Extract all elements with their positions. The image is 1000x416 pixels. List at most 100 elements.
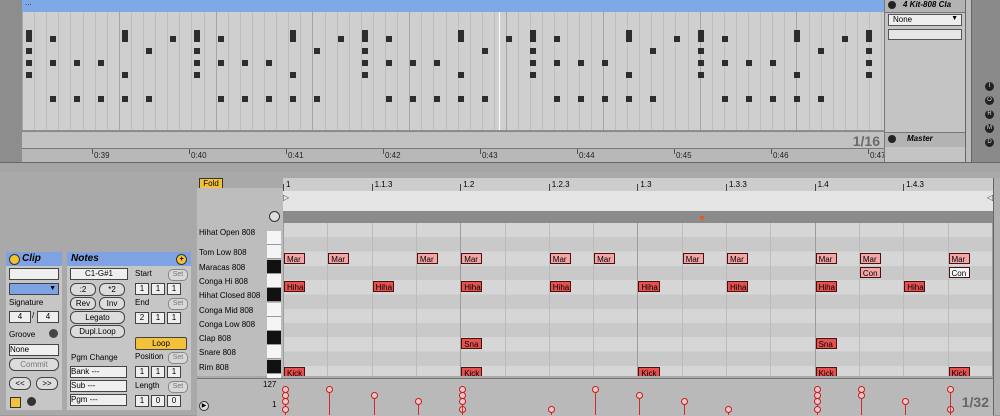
half-button[interactable]: :2 (70, 283, 96, 296)
piano-key[interactable] (267, 259, 281, 274)
clip-panel-header[interactable]: Clip (6, 252, 62, 266)
midi-note[interactable]: Kick (461, 367, 483, 376)
start-sixteenth[interactable]: 1 (167, 283, 181, 295)
midi-note[interactable]: Mar (859, 252, 882, 264)
midi-note[interactable]: Kick (948, 367, 970, 376)
length-sixteenth[interactable]: 0 (167, 395, 181, 407)
signature-denominator[interactable]: 4 (37, 311, 59, 323)
invert-button[interactable]: Inv (99, 297, 125, 310)
velocity-handle[interactable] (902, 398, 910, 405)
piano-key[interactable] (267, 302, 281, 317)
midi-note[interactable]: Mar (948, 252, 970, 264)
nav-right-button[interactable]: >> (36, 377, 58, 390)
velocity-handle[interactable] (680, 398, 688, 405)
duplicate-loop-button[interactable]: Dupl.Loop (70, 325, 125, 338)
bank-field[interactable]: Bank --- (70, 366, 127, 378)
envelope-icon[interactable] (27, 397, 36, 406)
nav-left-button[interactable]: << (9, 377, 31, 390)
velocity-handle[interactable] (282, 398, 289, 405)
arrangement-midi-grid[interactable] (22, 12, 884, 130)
grid-zoom-label[interactable]: 1/16 (853, 133, 880, 149)
velocity-handle[interactable] (414, 398, 422, 405)
vertical-scrollbar[interactable] (965, 0, 972, 162)
end-sixteenth[interactable]: 1 (167, 312, 181, 324)
velocity-handle[interactable] (326, 386, 334, 393)
velocity-handle[interactable] (592, 386, 600, 393)
length-bar[interactable]: 1 (135, 395, 149, 407)
midi-note[interactable]: Sna (815, 338, 837, 350)
midi-note[interactable]: Hiha (815, 281, 837, 293)
piano-key[interactable] (267, 316, 281, 331)
loop-start-marker-icon[interactable]: ▷ (283, 193, 289, 202)
midi-note[interactable]: Mar (461, 252, 483, 264)
expand-icon[interactable]: + (176, 254, 187, 265)
note-range-field[interactable]: C1-G#1 (70, 268, 128, 280)
groove-select[interactable]: None (9, 344, 59, 356)
midi-note[interactable]: Mar (416, 252, 439, 264)
midi-note[interactable]: Mar (815, 252, 837, 264)
length-beat[interactable]: 0 (151, 395, 165, 407)
midi-note[interactable]: Mar (727, 252, 749, 264)
master-play-icon[interactable] (888, 135, 896, 143)
piano-roll[interactable]: 1 1.1.3 1.2 1.2.3 1.3 1.3.3 1.4 1.4.3 ▷ ◁ Mar Ma… (283, 178, 993, 376)
midi-note[interactable]: Mar (549, 252, 571, 264)
velocity-handle[interactable] (725, 406, 732, 413)
reverse-button[interactable]: Rev (70, 297, 96, 310)
velocity-handle[interactable] (813, 398, 821, 405)
midi-note[interactable]: Hiha (461, 281, 483, 293)
midi-note[interactable]: Hiha (549, 281, 571, 293)
headphones-icon[interactable] (269, 211, 280, 222)
track-fold-icon[interactable] (888, 1, 896, 9)
midi-note[interactable]: Sna (461, 338, 483, 350)
double-button[interactable]: *2 (99, 283, 125, 296)
io-toggle-d[interactable]: D (985, 138, 994, 147)
io-toggle-o[interactable]: O (985, 96, 994, 105)
commit-button[interactable]: Commit (9, 358, 59, 371)
midi-note[interactable]: Hiha (904, 281, 926, 293)
groove-hotswap-icon[interactable] (49, 329, 58, 338)
velocity-handle[interactable] (459, 398, 467, 405)
clip-name-field[interactable] (9, 268, 59, 280)
clip-activator-icon[interactable] (9, 254, 20, 265)
play-icon[interactable]: ▶ (199, 401, 209, 411)
io-toggle-m[interactable]: M (985, 124, 994, 133)
arrangement-timeline[interactable]: 0:39 0:40 0:41 0:42 0:43 0:44 0:45 0:46 0:47 (22, 148, 886, 163)
midi-note[interactable]: Mar (682, 252, 704, 264)
midi-note[interactable]: Kick (284, 367, 306, 376)
velocity-handle[interactable] (282, 406, 289, 413)
position-beat[interactable]: 1 (151, 366, 165, 378)
velocity-handle[interactable] (370, 392, 378, 399)
piano-key[interactable] (267, 359, 281, 374)
start-set-button[interactable]: Set (168, 269, 188, 281)
midi-note[interactable]: Con (948, 266, 970, 278)
midi-note[interactable]: Hiha (372, 281, 394, 293)
notes-panel-header[interactable]: Notes + (67, 252, 191, 266)
piano-key[interactable] (267, 288, 281, 303)
midi-note[interactable]: Mar (594, 252, 616, 264)
pgm-field[interactable]: Pgm --- (70, 394, 127, 406)
sub-field[interactable]: Sub --- (70, 380, 127, 392)
position-bar[interactable]: 1 (135, 366, 149, 378)
start-beat[interactable]: 1 (151, 283, 165, 295)
velocity-handle[interactable] (813, 406, 821, 413)
piano-roll-ruler[interactable]: 1 1.1.3 1.2 1.2.3 1.3 1.3.3 1.4 1.4.3 (283, 178, 993, 192)
master-track-row[interactable]: Master (885, 132, 965, 147)
midi-note[interactable]: Hiha (638, 281, 660, 293)
velocity-handle[interactable] (547, 406, 555, 413)
track-title[interactable]: 4 Kit-808 Cla (885, 0, 965, 13)
midi-note[interactable]: Kick (815, 367, 837, 376)
loop-button[interactable]: Loop (135, 337, 187, 350)
legato-button[interactable]: Legato (70, 311, 125, 324)
position-set-button[interactable]: Set (168, 352, 188, 364)
input-channel-box[interactable] (888, 29, 962, 40)
loop-brace-area[interactable]: ▷ ◁ (283, 191, 993, 212)
velocity-handle[interactable] (946, 386, 954, 393)
input-select[interactable]: None ▼ (888, 14, 962, 26)
end-set-button[interactable]: Set (168, 298, 188, 310)
midi-note[interactable]: Mar (284, 252, 306, 264)
io-toggle-r[interactable]: R (985, 110, 994, 119)
signature-numerator[interactable]: 4 (9, 311, 31, 323)
piano-key[interactable] (267, 345, 281, 360)
launch-icon[interactable] (10, 397, 21, 408)
vertical-scrollbar[interactable] (993, 178, 1000, 415)
